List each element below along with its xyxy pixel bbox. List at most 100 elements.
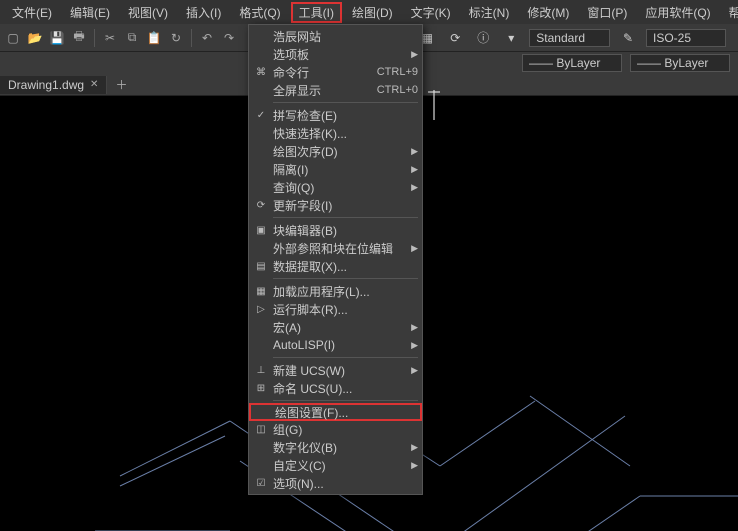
menu-entry[interactable]: ▦加载应用程序(L)...	[249, 282, 422, 300]
menu-entry-icon	[249, 456, 273, 474]
tools-menu-dropdown: 浩辰网站选项板▶⌘命令行CTRL+9全屏显示CTRL+0✓拼写检查(E)快速选择…	[248, 24, 423, 495]
menu-entry-icon	[249, 45, 273, 63]
submenu-arrow-icon: ▶	[408, 164, 418, 175]
menu-entry-icon	[249, 81, 273, 99]
menu-entry[interactable]: ✓拼写检查(E)	[249, 106, 422, 124]
menu-entry[interactable]: ▤数据提取(X)...	[249, 257, 422, 275]
menu-entry-icon	[249, 142, 273, 160]
menu-item-11[interactable]: 应用软件(Q)	[637, 2, 718, 23]
menu-entry-label: 组(G)	[273, 421, 418, 438]
menu-entry[interactable]: ▣块编辑器(B)	[249, 221, 422, 239]
menu-entry-label: 命令行	[273, 64, 369, 81]
menu-entry[interactable]: 选项板▶	[249, 45, 422, 63]
chevron-down-icon[interactable]: ▾	[501, 28, 521, 48]
copy-icon[interactable]: ⧉	[123, 29, 141, 47]
menu-entry[interactable]: 绘图设置(F)...	[249, 403, 422, 421]
menu-entry-icon	[249, 336, 273, 354]
menu-entry[interactable]: ⟳更新字段(I)	[249, 196, 422, 214]
menu-item-10[interactable]: 窗口(P)	[579, 2, 635, 23]
menu-entry-icon: ▦	[249, 282, 273, 300]
tab-label: Drawing1.dwg	[8, 78, 84, 92]
open-icon[interactable]: 📂	[26, 29, 44, 47]
menu-entry-label: 块编辑器(B)	[273, 222, 418, 239]
menu-entry-icon	[249, 239, 273, 257]
menu-entry-label: 选项(N)...	[273, 475, 418, 492]
menu-entry[interactable]: AutoLISP(I)▶	[249, 336, 422, 354]
dim-icon[interactable]: ✎	[618, 28, 638, 48]
menu-entry-label: 运行脚本(R)...	[273, 301, 418, 318]
menu-entry-icon	[249, 318, 273, 336]
menu-entry[interactable]: 数字化仪(B)▶	[249, 438, 422, 456]
dim-style-combo[interactable]: ISO-25	[646, 29, 726, 47]
menu-item-6[interactable]: 绘图(D)	[344, 2, 401, 23]
refresh-icon[interactable]: ⟳	[445, 28, 465, 48]
menu-item-0[interactable]: 文件(E)	[4, 2, 60, 23]
menu-entry[interactable]: 外部参照和块在位编辑▶	[249, 239, 422, 257]
menu-entry-shortcut: CTRL+9	[377, 66, 418, 78]
tab-add[interactable]: ＋	[107, 74, 135, 95]
submenu-arrow-icon: ▶	[408, 340, 418, 351]
save-icon[interactable]: 💾	[48, 29, 66, 47]
menu-entry[interactable]: 全屏显示CTRL+0	[249, 81, 422, 99]
undo-icon[interactable]: ↶	[198, 29, 216, 47]
menu-item-12[interactable]: 帮助(H)	[721, 2, 738, 23]
menu-item-5[interactable]: 工具(I)	[291, 2, 342, 23]
menu-item-2[interactable]: 视图(V)	[120, 2, 176, 23]
menu-entry[interactable]: 快速选择(K)...	[249, 124, 422, 142]
menu-entry-icon: ⊥	[249, 361, 273, 379]
menu-entry-label: 查询(Q)	[273, 179, 408, 196]
submenu-arrow-icon: ▶	[408, 182, 418, 193]
menu-entry[interactable]: 自定义(C)▶	[249, 456, 422, 474]
menu-entry[interactable]: 查询(Q)▶	[249, 178, 422, 196]
info-icon[interactable]: ⓘ	[473, 28, 493, 48]
menu-item-7[interactable]: 文字(K)	[403, 2, 459, 23]
menu-item-1[interactable]: 编辑(E)	[62, 2, 118, 23]
menu-item-8[interactable]: 标注(N)	[461, 2, 518, 23]
menu-entry-icon	[249, 178, 273, 196]
menu-entry[interactable]: 绘图次序(D)▶	[249, 142, 422, 160]
menu-entry-icon: ✓	[249, 106, 273, 124]
menu-item-3[interactable]: 插入(I)	[178, 2, 229, 23]
menu-entry-label: 数据提取(X)...	[273, 258, 418, 275]
text-style-combo[interactable]: Standard	[529, 29, 610, 47]
menu-separator	[273, 400, 418, 401]
submenu-arrow-icon: ▶	[408, 365, 418, 376]
menu-entry-icon: ⟳	[249, 196, 273, 214]
submenu-arrow-icon: ▶	[408, 49, 418, 60]
menu-entry[interactable]: ⌘命令行CTRL+9	[249, 63, 422, 81]
menu-item-9[interactable]: 修改(M)	[519, 2, 577, 23]
menu-entry[interactable]: ◫组(G)	[249, 420, 422, 438]
menu-entry-icon: ▣	[249, 221, 273, 239]
submenu-arrow-icon: ▶	[408, 460, 418, 471]
menu-entry-icon	[249, 124, 273, 142]
menu-entry-icon: ☑	[249, 474, 273, 492]
menu-entry[interactable]: ☑选项(N)...	[249, 474, 422, 492]
menu-entry[interactable]: ⊞命名 UCS(U)...	[249, 379, 422, 397]
menu-entry[interactable]: 宏(A)▶	[249, 318, 422, 336]
tab-drawing1[interactable]: Drawing1.dwg ✕	[0, 76, 107, 94]
submenu-arrow-icon: ▶	[408, 146, 418, 157]
menu-entry-label: 绘图设置(F)...	[275, 404, 416, 421]
cut-icon[interactable]: ✂	[101, 29, 119, 47]
menu-entry-icon: ▤	[249, 257, 273, 275]
menu-item-4[interactable]: 格式(Q)	[231, 2, 288, 23]
linetype-combo-2[interactable]: —— ByLayer	[630, 54, 730, 72]
menu-entry-icon: ▷	[249, 300, 273, 318]
menu-separator	[273, 357, 418, 358]
menu-entry-label: 隔离(I)	[273, 161, 408, 178]
menu-entry-icon	[249, 27, 273, 45]
close-icon[interactable]: ✕	[90, 79, 98, 90]
menu-entry[interactable]: ⊥新建 UCS(W)▶	[249, 361, 422, 379]
linetype-combo-1[interactable]: —— ByLayer	[522, 54, 622, 72]
paste-icon[interactable]: 📋	[145, 29, 163, 47]
menu-entry-icon: ⊞	[249, 379, 273, 397]
menu-entry[interactable]: 浩辰网站	[249, 27, 422, 45]
plot-icon[interactable]: 🖶	[70, 29, 88, 47]
rotate-icon[interactable]: ↻	[167, 29, 185, 47]
menu-entry-label: 加载应用程序(L)...	[273, 283, 418, 300]
redo-icon[interactable]: ↷	[220, 29, 238, 47]
new-icon[interactable]: ▢	[4, 29, 22, 47]
menu-entry[interactable]: 隔离(I)▶	[249, 160, 422, 178]
menubar: 文件(E)编辑(E)视图(V)插入(I)格式(Q)工具(I)绘图(D)文字(K)…	[0, 0, 738, 24]
menu-entry[interactable]: ▷运行脚本(R)...	[249, 300, 422, 318]
